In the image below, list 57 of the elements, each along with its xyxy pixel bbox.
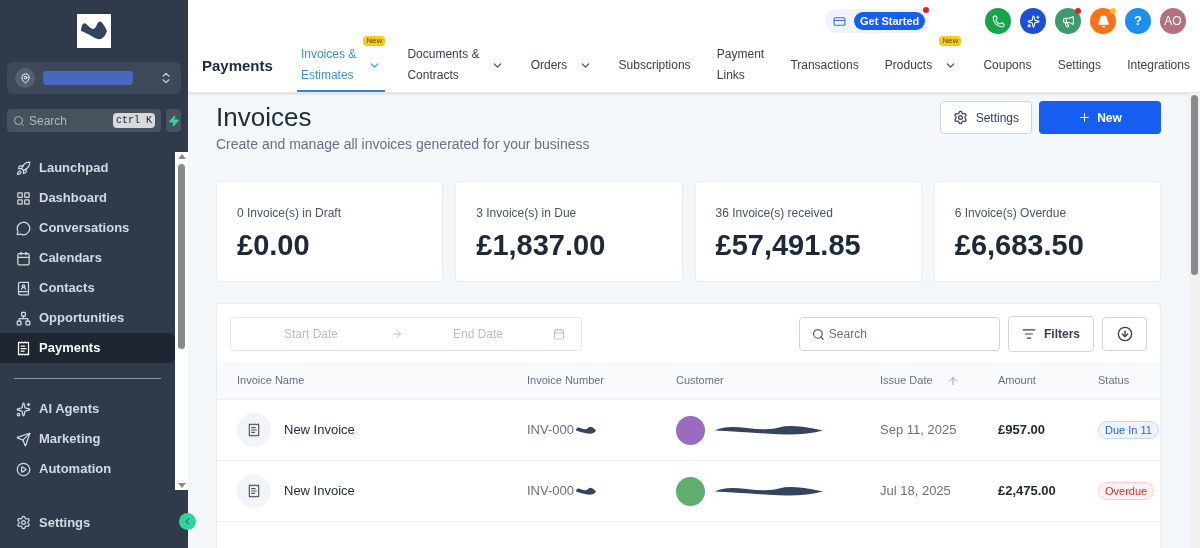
nav-tab[interactable]: Orders	[526, 40, 597, 92]
status-badge: Overdue	[1098, 482, 1155, 500]
new-badge: New	[363, 36, 386, 46]
nav-tab[interactable]: Invoices & Estimates New	[296, 40, 386, 92]
shortcut-key: ctrl K	[113, 113, 155, 128]
stat-amount: £0.00	[237, 228, 311, 263]
sidebar-item[interactable]: Calendars	[0, 243, 175, 273]
nav-tab[interactable]: Settings	[1053, 40, 1105, 92]
nav-tab[interactable]: Subscriptions	[614, 40, 695, 92]
nav-tab[interactable]: Payment Links	[712, 40, 769, 92]
stat-amount: £6,683.50	[954, 228, 1085, 263]
page-title: Invoices	[216, 101, 313, 133]
stat-label: 6 Invoice(s) Overdue	[954, 205, 1068, 222]
column-header[interactable]: Issue Date	[880, 372, 933, 389]
sidebar-item[interactable]: Payments	[0, 333, 175, 363]
sidebar-item[interactable]: Marketing	[0, 424, 175, 454]
column-header[interactable]: Amount	[998, 372, 1036, 389]
column-header[interactable]: Customer	[676, 372, 724, 389]
stat-label: 0 Invoice(s) in Draft	[237, 205, 343, 222]
stat-label: 36 Invoice(s) received	[715, 205, 834, 222]
amount: £957.00	[998, 421, 1046, 440]
sidebar-item[interactable]: Opportunities	[0, 303, 175, 333]
sidebar-item[interactable]: Settings	[16, 512, 91, 532]
sidebar-item[interactable]: Automation	[0, 454, 175, 484]
sidebar-item[interactable]: AI Agents	[0, 394, 175, 424]
column-header[interactable]: Invoice Name	[237, 372, 305, 389]
filters-button[interactable]: Filters	[1008, 316, 1094, 352]
user-avatar[interactable]: AO	[1160, 8, 1186, 34]
issue-date: Jul 18, 2025	[880, 482, 952, 501]
page-section-title: Payments	[202, 55, 273, 76]
stat-amount: £1,837.00	[476, 228, 607, 263]
new-button[interactable]: New	[1039, 101, 1161, 134]
sidebar-item[interactable]: Contacts	[0, 273, 175, 303]
nav-tab[interactable]: Documents & Contracts	[403, 40, 509, 92]
page-subtitle: Create and manage all invoices generated for your business	[216, 135, 590, 154]
nav-tab[interactable]: Integrations	[1123, 40, 1194, 92]
amount: £2,475.00	[998, 482, 1057, 501]
nav-tab[interactable]: Transactions	[786, 40, 863, 92]
sidebar-item[interactable]: Dashboard	[0, 183, 175, 213]
search-field[interactable]: Search	[799, 317, 1000, 351]
issue-date: Sep 11, 2025	[880, 421, 958, 440]
new-badge: New	[939, 36, 962, 46]
stat-amount: £57,491.85	[715, 228, 862, 263]
invoice-name[interactable]: New Invoice	[284, 420, 355, 440]
status-badge: Due In 11	[1098, 421, 1159, 439]
settings-button[interactable]: Settings	[939, 101, 1032, 134]
column-header[interactable]: Status	[1098, 372, 1130, 389]
get-started-button[interactable]: Get Started	[854, 12, 926, 30]
invoice-number: INV-000	[527, 421, 574, 440]
stat-label: 3 Invoice(s) in Due	[476, 205, 578, 222]
nav-tab[interactable]: Coupons	[979, 40, 1036, 92]
invoice-number: INV-000	[527, 482, 574, 501]
invoice-name[interactable]: New Invoice	[284, 481, 355, 501]
search-field[interactable]: Search ctrl K	[7, 109, 161, 132]
sidebar-item[interactable]: Conversations	[0, 213, 175, 243]
sidebar-item[interactable]: Launchpad	[0, 153, 175, 183]
column-header[interactable]: Invoice Number	[527, 372, 605, 389]
